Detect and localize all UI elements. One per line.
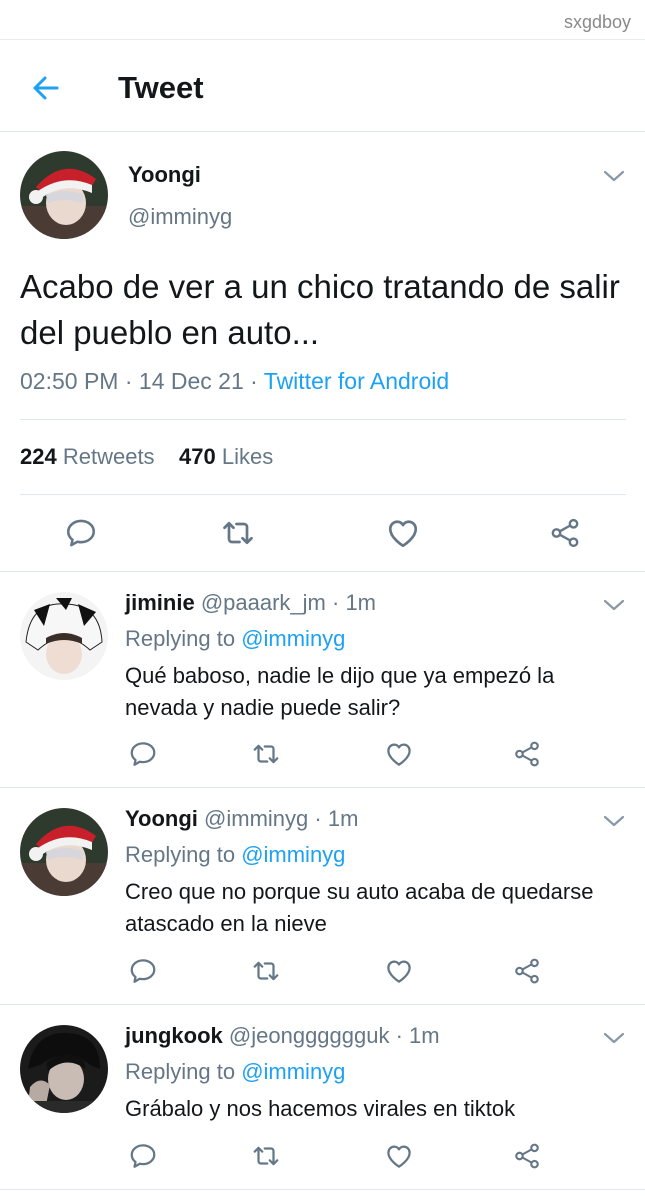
tweet-stats: 224 Retweets 470 Likes (20, 444, 273, 470)
avatar[interactable] (20, 808, 108, 896)
replying-label: Replying to (125, 842, 242, 867)
reply-separator: · (389, 1023, 410, 1048)
reply-button[interactable] (127, 738, 159, 770)
header-bar: Tweet (0, 40, 645, 132)
page-title: Tweet (118, 70, 204, 105)
share-icon (512, 1141, 542, 1171)
retweet-button[interactable] (250, 955, 282, 987)
chevron-down-icon[interactable] (601, 813, 627, 829)
reply-author-name[interactable]: Yoongi (125, 806, 198, 831)
reply-header: jiminie @paaark_jm · 1m (125, 590, 376, 616)
like-button[interactable] (383, 1140, 415, 1172)
replying-to: Replying to @imminyg (125, 626, 345, 652)
reply-text: Qué baboso, nadie le dijo que ya empezó … (125, 663, 555, 720)
retweets-count: 224 (20, 444, 57, 469)
replying-to: Replying to @imminyg (125, 1059, 345, 1085)
tweet-meta: 02:50 PM · 14 Dec 21 · Twitter for Andro… (20, 368, 449, 395)
author-name[interactable]: Yoongi (128, 162, 201, 188)
replying-label: Replying to (125, 626, 242, 651)
retweet-icon (220, 515, 256, 551)
likes-stat[interactable]: 470 Likes (179, 444, 273, 469)
reply-icon (128, 956, 158, 986)
retweets-stat[interactable]: 224 Retweets (20, 444, 155, 469)
replying-label: Replying to (125, 1059, 242, 1084)
meta-separator: · (118, 368, 139, 394)
avatar[interactable] (20, 1025, 108, 1113)
reply-author-handle[interactable]: @imminyg (204, 806, 308, 831)
retweet-button[interactable] (250, 1140, 282, 1172)
share-icon (548, 516, 582, 550)
reply-text: Creo que no porque su auto acaba de qued… (125, 879, 594, 936)
retweet-button[interactable] (219, 514, 257, 552)
replying-to-link[interactable]: @imminyg (241, 1059, 345, 1084)
avatar[interactable] (20, 151, 108, 239)
tweet-time: 02:50 PM (20, 368, 119, 394)
retweet-icon (251, 1141, 281, 1171)
reply-icon (128, 739, 158, 769)
reply-icon (64, 516, 98, 550)
like-icon (385, 515, 421, 551)
chevron-down-icon[interactable] (601, 168, 627, 184)
list-item[interactable]: Yoongi @imminyg · 1m Replying to @imminy… (0, 788, 645, 1005)
arrow-left-icon (33, 76, 59, 100)
list-item[interactable]: jiminie @paaark_jm · 1m Replying to @imm… (0, 572, 645, 788)
share-icon (512, 739, 542, 769)
like-button[interactable] (383, 738, 415, 770)
reply-separator: · (308, 806, 328, 831)
reply-text: Grábalo y nos hacemos virales en tiktok (125, 1096, 516, 1121)
reply-icon (128, 1141, 158, 1171)
reply-author-handle[interactable]: @paaark_jm (201, 590, 326, 615)
meta-separator: · (243, 368, 264, 394)
retweet-icon (251, 956, 281, 986)
divider (20, 419, 626, 420)
avatar[interactable] (20, 592, 108, 680)
reply-time: 1m (345, 590, 376, 615)
reply-header: jungkook @jeongggggguk · 1m (125, 1023, 440, 1049)
reply-time: 1m (409, 1023, 440, 1048)
back-button[interactable] (24, 68, 68, 108)
share-button[interactable] (511, 738, 543, 770)
like-icon (384, 956, 414, 986)
reply-author-name[interactable]: jiminie (125, 590, 195, 615)
chevron-down-icon[interactable] (601, 597, 627, 613)
tweet-date: 14 Dec 21 (138, 368, 244, 394)
like-button[interactable] (384, 514, 422, 552)
reply-button[interactable] (127, 955, 159, 987)
author-handle[interactable]: @imminyg (128, 204, 232, 230)
reply-actions (0, 738, 645, 774)
reply-time: 1m (327, 806, 359, 831)
share-button[interactable] (511, 955, 543, 987)
divider (20, 494, 626, 495)
reply-author-name[interactable]: jungkook (125, 1023, 223, 1048)
tweet-actions (0, 514, 645, 554)
likes-count: 470 (179, 444, 216, 469)
reply-separator: · (325, 590, 346, 615)
share-button[interactable] (546, 514, 584, 552)
main-tweet: Yoongi @imminyg Acabo de ver a un chico … (0, 132, 645, 572)
tweet-source-link[interactable]: Twitter for Android (264, 368, 449, 394)
replying-to-link[interactable]: @imminyg (241, 626, 345, 651)
reply-button[interactable] (127, 1140, 159, 1172)
replying-to-link[interactable]: @imminyg (241, 842, 345, 867)
reply-actions (0, 1140, 645, 1176)
like-icon (384, 739, 414, 769)
share-button[interactable] (511, 1140, 543, 1172)
like-icon (384, 1141, 414, 1171)
reply-actions (0, 955, 645, 991)
share-icon (512, 956, 542, 986)
like-button[interactable] (383, 955, 415, 987)
retweets-label: Retweets (62, 444, 155, 469)
reply-button[interactable] (62, 514, 100, 552)
retweet-icon (251, 739, 281, 769)
chevron-down-icon[interactable] (601, 1030, 627, 1046)
likes-label: Likes (221, 444, 274, 469)
tweet-text: Acabo de ver a un chico tratando de sali… (20, 268, 620, 351)
reply-author-handle[interactable]: @jeongggggguk (229, 1023, 390, 1048)
reply-header: Yoongi @imminyg · 1m (125, 806, 358, 832)
retweet-button[interactable] (250, 738, 282, 770)
list-item[interactable]: jungkook @jeongggggguk · 1m Replying to … (0, 1005, 645, 1190)
replying-to: Replying to @imminyg (125, 842, 345, 868)
watermark-text: sxgdboy (563, 12, 631, 32)
